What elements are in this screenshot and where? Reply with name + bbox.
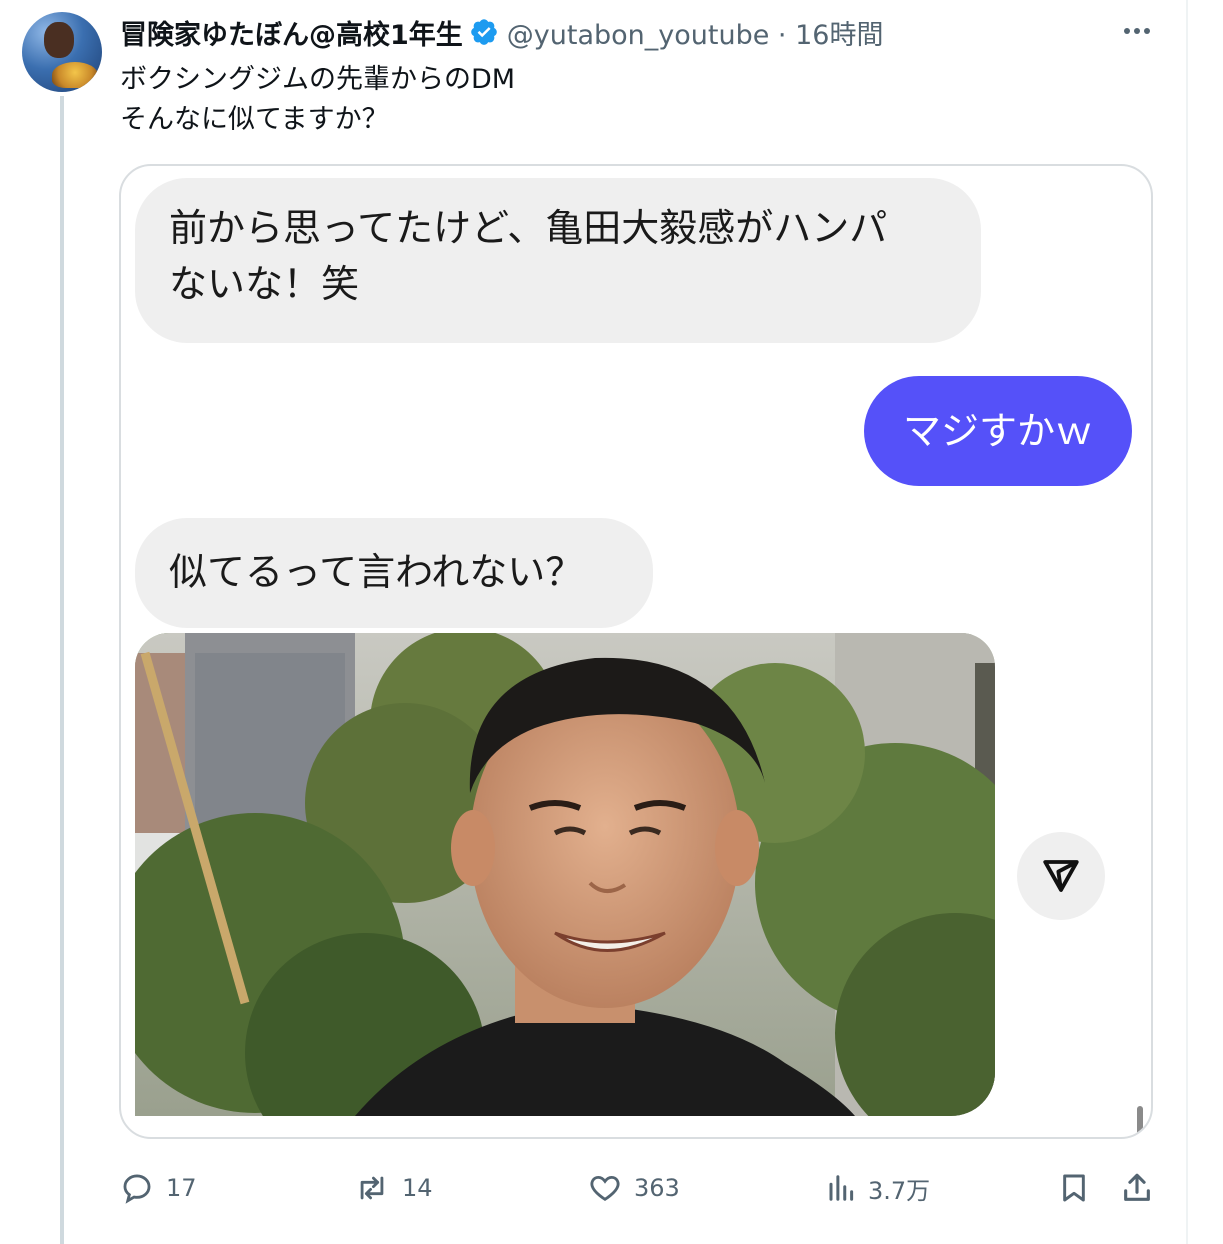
- display-name[interactable]: 冒険家ゆたぼん@高校1年生: [120, 13, 463, 52]
- thread-connector-line: [60, 96, 64, 1244]
- tweet-header: 冒険家ゆたぼん@高校1年生 @yutabon_youtube · 16時間: [120, 12, 883, 52]
- more-horizontal-icon[interactable]: [1120, 16, 1154, 46]
- views-button[interactable]: 3.7万: [826, 1166, 930, 1210]
- share-icon: [1120, 1170, 1154, 1206]
- dm-message-outgoing: マジすかｗ: [864, 376, 1132, 486]
- send-icon[interactable]: [1017, 832, 1105, 920]
- retweet-count: 14: [402, 1174, 433, 1202]
- views-chart-icon: [826, 1171, 856, 1205]
- reply-icon: [120, 1171, 154, 1205]
- share-button[interactable]: [1120, 1166, 1154, 1210]
- tweet-text-line: そんなに似てますか？: [120, 104, 389, 135]
- reply-count: 17: [166, 1174, 197, 1202]
- heart-icon: [588, 1171, 622, 1205]
- like-count: 363: [634, 1174, 680, 1202]
- retweet-button[interactable]: 14: [354, 1166, 433, 1210]
- tweet-text: ボクシングジムの先輩からのDM そんなに似てますか？: [120, 60, 515, 140]
- retweet-icon: [354, 1171, 390, 1205]
- scrollbar-thumb[interactable]: [1137, 1106, 1143, 1136]
- tweet-text-line: ボクシングジムの先輩からのDM: [120, 64, 516, 95]
- dm-message-incoming: 前から思ってたけど、亀田大毅感がハンパ ないな！笑: [135, 178, 981, 343]
- views-count: 3.7万: [868, 1176, 931, 1205]
- bookmark-icon: [1058, 1170, 1090, 1206]
- avatar[interactable]: [22, 12, 102, 92]
- dm-photo: [135, 633, 995, 1116]
- dm-message-incoming: 似てるって言われない？: [135, 518, 653, 628]
- like-button[interactable]: 363: [588, 1166, 680, 1210]
- verified-badge-icon: [469, 17, 499, 47]
- column-divider: [1186, 0, 1188, 1244]
- tweet-media-card[interactable]: 前から思ってたけど、亀田大毅感がハンパ ないな！笑 マジすかｗ 似てるって言われ…: [119, 164, 1153, 1139]
- bookmark-button[interactable]: [1058, 1166, 1090, 1210]
- reply-button[interactable]: 17: [120, 1166, 197, 1210]
- handle-and-time[interactable]: @yutabon_youtube · 16時間: [507, 13, 884, 52]
